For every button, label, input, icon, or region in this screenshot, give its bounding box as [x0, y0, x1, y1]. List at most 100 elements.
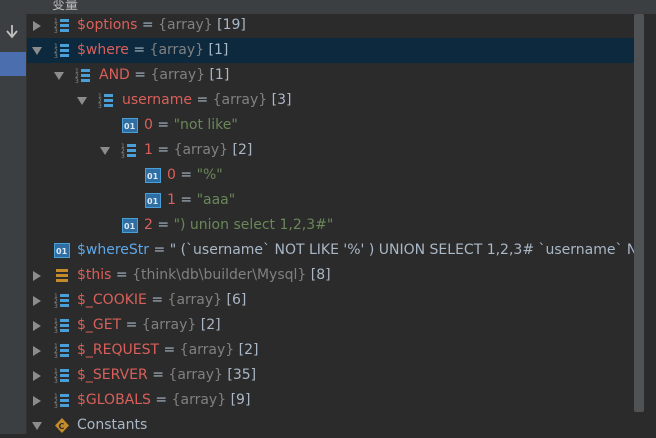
array-icon: 123	[54, 393, 69, 409]
tree-row-and[interactable]: 123 AND = {array} [1]	[27, 63, 643, 88]
tree-row-username-1-0[interactable]: 01 0 = "%"	[27, 163, 643, 188]
toolbar-active-marker[interactable]	[0, 52, 26, 76]
var-type: {array}	[212, 92, 268, 108]
var-value: "aaa"	[196, 192, 236, 208]
svg-text:01: 01	[124, 222, 136, 231]
svg-text:3: 3	[54, 403, 58, 409]
array-icon: 123	[54, 18, 69, 34]
var-key: $whereStr	[77, 242, 150, 258]
tree-row-this[interactable]: $this = {think\db\builder\Mysql} [8]	[27, 263, 643, 288]
tree-row-cookie[interactable]: 123 $_COOKIE = {array} [6]	[27, 288, 643, 313]
var-key: $options	[77, 17, 138, 33]
tree-row-username-2[interactable]: 01 2 = ") union select 1,2,3#"	[27, 213, 643, 238]
collapse-arrow-icon[interactable]	[32, 422, 42, 430]
array-icon: 123	[54, 368, 69, 384]
collapse-arrow-icon[interactable]	[32, 47, 42, 55]
var-count: [35]	[222, 367, 257, 383]
svg-text:C: C	[59, 422, 65, 431]
constant-icon: C	[55, 418, 69, 433]
var-count: [6]	[222, 292, 247, 308]
expand-arrow-icon[interactable]	[33, 346, 41, 356]
tree-row-server[interactable]: 123 $_SERVER = {array} [35]	[27, 363, 643, 388]
collapse-arrow-icon[interactable]	[100, 147, 110, 155]
var-value: "not like"	[173, 117, 238, 133]
var-type: {array}	[141, 317, 197, 333]
tree-right-edge	[644, 14, 656, 434]
var-value: " (`username` NOT LIKE '%' ) UNION SELEC…	[169, 242, 656, 258]
array-icon: 123	[98, 93, 113, 109]
var-key: AND	[99, 67, 130, 83]
var-count: [2]	[228, 142, 253, 158]
var-count: [2]	[196, 317, 221, 333]
expand-arrow-icon[interactable]	[33, 371, 41, 381]
collapse-arrow-icon[interactable]	[54, 72, 64, 80]
svg-text:3: 3	[54, 378, 58, 384]
svg-text:01: 01	[56, 247, 68, 256]
var-key: 0	[144, 117, 153, 133]
debug-toolbar	[0, 14, 27, 434]
expand-arrow-icon[interactable]	[33, 321, 41, 331]
svg-text:3: 3	[98, 103, 102, 109]
array-icon: 123	[54, 43, 69, 59]
tree-row-username[interactable]: 123 username = {array} [3]	[27, 88, 643, 113]
array-icon: 123	[54, 318, 69, 334]
var-key: $_SERVER	[77, 367, 148, 383]
var-type: {think\db\builder\Mysql}	[132, 267, 307, 283]
var-key: 0	[167, 167, 176, 183]
expand-arrow-icon[interactable]	[33, 396, 41, 406]
tree-row-username-1[interactable]: 123 1 = {array} [2]	[27, 138, 643, 163]
string-value-icon: 01	[145, 168, 161, 183]
svg-text:3: 3	[75, 78, 79, 84]
tree-row-username-0[interactable]: 01 0 = "not like"	[27, 113, 643, 138]
var-count: [2]	[234, 342, 259, 358]
svg-text:3: 3	[54, 328, 58, 334]
var-type: {array}	[173, 142, 229, 158]
var-key: $GLOBALS	[77, 392, 151, 408]
expand-arrow-icon[interactable]	[33, 296, 41, 306]
array-icon: 123	[54, 293, 69, 309]
var-key: 1	[144, 142, 153, 158]
svg-text:3: 3	[54, 53, 58, 59]
expand-arrow-icon[interactable]	[33, 21, 41, 31]
var-type: {array}	[167, 292, 223, 308]
string-value-icon: 01	[122, 118, 138, 133]
var-count: [9]	[226, 392, 251, 408]
var-type: {array}	[149, 42, 205, 58]
tree-row-get[interactable]: 123 $_GET = {array} [2]	[27, 313, 643, 338]
array-icon: 123	[121, 143, 136, 159]
string-value-icon: 01	[145, 193, 161, 208]
step-into-icon[interactable]	[2, 22, 22, 42]
var-type: {array}	[158, 17, 213, 33]
var-key: username	[122, 92, 192, 108]
array-icon: 123	[54, 343, 69, 359]
panel-title: 变量	[52, 0, 79, 13]
var-key: Constants	[77, 417, 148, 433]
tree-row-wherestr[interactable]: 01 $whereStr = " (`username` NOT LIKE '%…	[27, 238, 656, 263]
var-type: {array}	[168, 367, 223, 383]
var-key: $_COOKIE	[77, 292, 147, 308]
var-type: {array}	[179, 342, 235, 358]
svg-text:3: 3	[54, 353, 58, 359]
var-count: [1]	[205, 67, 230, 83]
var-count: [19]	[212, 17, 246, 33]
tree-row-globals[interactable]: 123 $GLOBALS = {array} [9]	[27, 388, 643, 413]
var-key: 1	[167, 192, 176, 208]
var-key: $where	[77, 42, 129, 58]
variables-tree[interactable]: 123 $options = {array} [19] 123 $where =…	[27, 13, 656, 434]
svg-text:01: 01	[124, 122, 136, 131]
tree-row-constants[interactable]: C Constants	[27, 413, 643, 438]
var-type: {array}	[171, 392, 227, 408]
tree-row-username-1-1[interactable]: 01 1 = "aaa"	[27, 188, 643, 213]
var-value: ") union select 1,2,3#"	[173, 217, 334, 233]
expand-arrow-icon[interactable]	[33, 271, 41, 281]
string-value-icon: 01	[122, 218, 138, 233]
svg-text:01: 01	[147, 172, 159, 181]
tree-row-where[interactable]: 123 $where = {array} [1]	[27, 38, 643, 63]
var-key: 2	[144, 217, 153, 233]
var-key: $_GET	[77, 317, 122, 333]
tree-row-options[interactable]: 123 $options = {array} [19]	[27, 13, 643, 38]
var-count: [8]	[306, 267, 331, 283]
collapse-arrow-icon[interactable]	[77, 97, 87, 105]
tree-row-request[interactable]: 123 $_REQUEST = {array} [2]	[27, 338, 643, 363]
vertical-scrollbar[interactable]	[634, 14, 644, 412]
